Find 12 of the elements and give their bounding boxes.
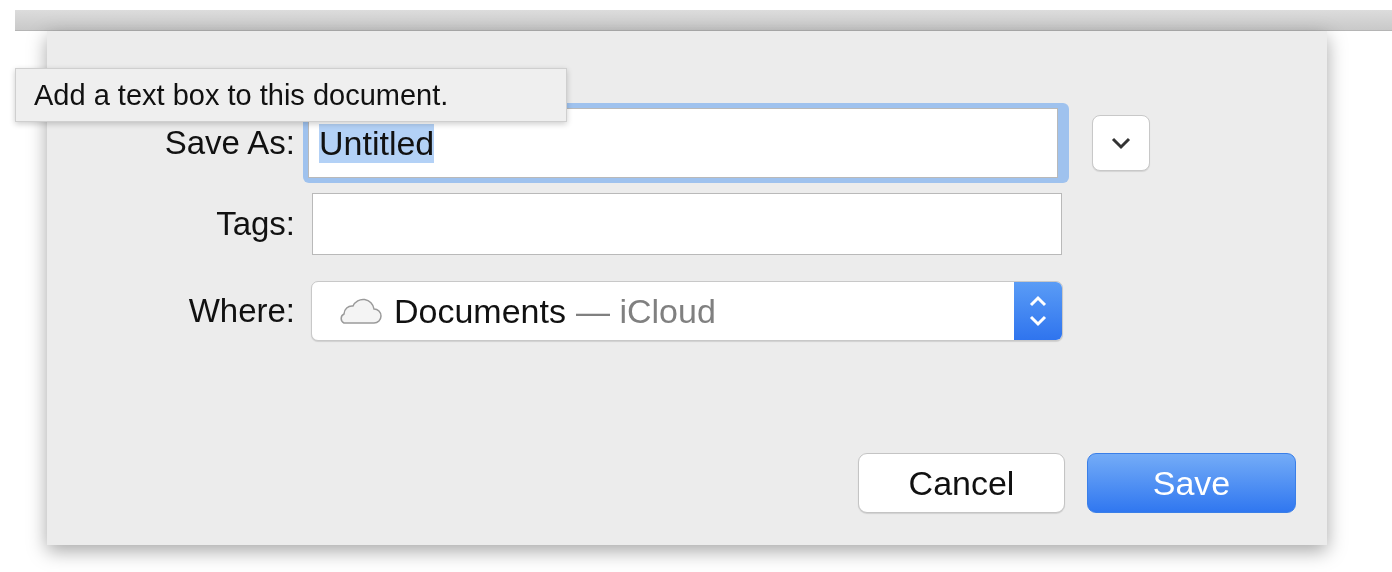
field-label: Tags: bbox=[215, 205, 295, 243]
expand-button[interactable] bbox=[1092, 115, 1150, 171]
chevron-down-icon bbox=[1110, 136, 1132, 150]
folder-name: Documents bbox=[394, 291, 566, 331]
file-name-field[interactable]: Untitled bbox=[308, 108, 1058, 178]
field-label: Where: bbox=[187, 292, 295, 330]
tooltip: Add a text box to this document. bbox=[15, 68, 567, 122]
location-popup[interactable]: Documents — iCloud bbox=[311, 281, 1063, 341]
dialog-button[interactable]: Cancel bbox=[858, 453, 1065, 513]
field-label: Save As: bbox=[163, 124, 295, 162]
tags-field[interactable] bbox=[312, 193, 1062, 255]
location-name: — iCloud bbox=[575, 291, 716, 331]
